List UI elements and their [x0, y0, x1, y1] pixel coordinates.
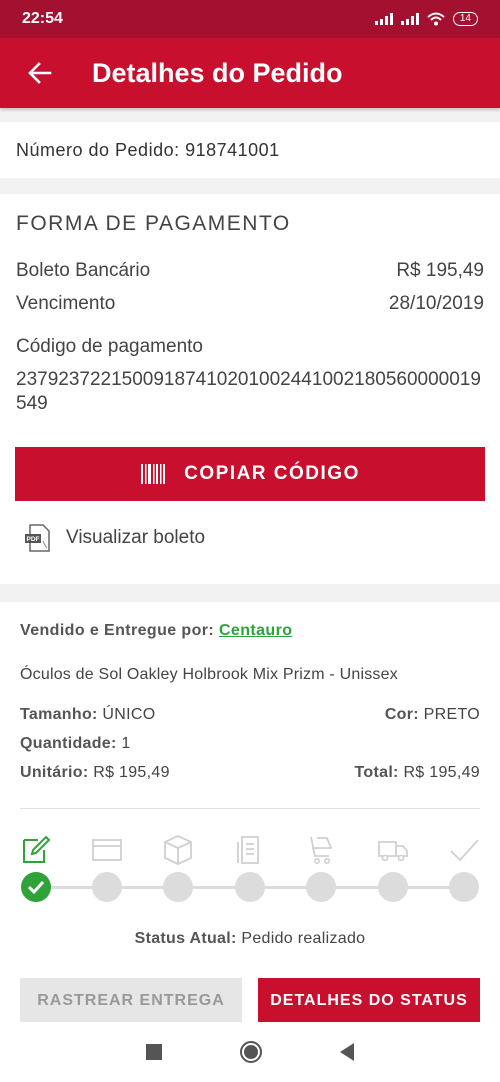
card-icon — [92, 839, 122, 861]
product-name: Óculos de Sol Oakley Holbrook Mix Prizm … — [20, 666, 398, 683]
order-placed-icon — [23, 835, 51, 863]
unit-price-value: R$ 195,49 — [93, 764, 170, 781]
size-label: Tamanho: — [20, 706, 98, 723]
current-status: Status Atual: Pedido realizado — [0, 930, 500, 948]
status-bar: 22:54 14 — [0, 0, 500, 38]
quantity-spec: Quantidade: 1 — [20, 735, 131, 753]
copy-code-button[interactable]: COPIAR CÓDIGO — [15, 447, 485, 501]
quantity-label: Quantidade: — [20, 735, 117, 752]
system-icons: 14 — [374, 12, 478, 26]
payment-amount: R$ 195,49 — [396, 260, 484, 281]
arrow-left-icon — [28, 62, 52, 84]
step-dot-5 — [306, 872, 336, 902]
total-price-spec: Total: R$ 195,49 — [355, 764, 480, 782]
seller-link[interactable]: Centauro — [219, 622, 292, 639]
step-dot-4 — [235, 872, 265, 902]
payment-method-row: Boleto Bancário R$ 195,49 — [16, 260, 484, 282]
step-dot-3 — [163, 872, 193, 902]
payment-card: FORMA DE PAGAMENTO Boleto Bancário R$ 19… — [0, 194, 500, 584]
check-icon — [27, 880, 45, 895]
unit-price-spec: Unitário: R$ 195,49 — [20, 764, 170, 782]
size-spec: Tamanho: ÚNICO — [20, 706, 155, 724]
app-bar: Detalhes do Pedido — [0, 38, 500, 108]
barcode-icon — [141, 464, 166, 484]
view-boleto-label: Visualizar boleto — [66, 527, 206, 548]
order-item-card: Vendido e Entregue por: Centauro Óculos … — [0, 602, 500, 1024]
quantity-value: 1 — [121, 735, 131, 752]
due-date-value: 28/10/2019 — [388, 293, 484, 314]
pdf-icon: PDF — [25, 524, 50, 552]
unit-price-label: Unitário: — [20, 764, 89, 781]
box-icon — [164, 835, 192, 865]
status-time: 22:54 — [22, 10, 63, 27]
color-spec: Cor: PRETO — [385, 706, 480, 724]
divider — [20, 808, 480, 809]
order-number: Número do Pedido: 918741001 — [16, 139, 280, 160]
status-details-button[interactable]: DETALHES DO STATUS — [258, 978, 480, 1024]
svg-text:PDF: PDF — [27, 536, 40, 543]
step-dot-6 — [378, 872, 408, 902]
seller-line: Vendido e Entregue por: Centauro — [20, 622, 292, 640]
size-value: ÚNICO — [102, 706, 156, 723]
payment-code-value: 2379237221500918741020100244100218056000… — [16, 369, 481, 414]
view-boleto-link[interactable]: PDF Visualizar boleto — [24, 524, 205, 552]
truck-icon — [378, 841, 408, 862]
recent-apps-button[interactable] — [146, 1044, 162, 1060]
signal-icon-2 — [400, 13, 419, 25]
home-button[interactable] — [240, 1041, 262, 1063]
color-label: Cor: — [384, 706, 419, 723]
signal-icon — [374, 13, 393, 25]
page-title: Detalhes do Pedido — [92, 57, 343, 88]
order-number-card: Número do Pedido: 918741001 — [0, 122, 500, 178]
navigation-bar — [0, 1022, 500, 1082]
color-value: PRETO — [423, 706, 480, 723]
current-status-value: Pedido realizado — [241, 930, 366, 947]
due-date-label: Vencimento — [16, 293, 116, 314]
back-nav-button[interactable] — [340, 1043, 354, 1061]
total-price-label: Total: — [354, 764, 399, 781]
due-date-row: Vencimento 28/10/2019 — [16, 293, 484, 315]
step-dot-2 — [92, 872, 122, 902]
check-icon — [450, 839, 479, 862]
track-delivery-button[interactable]: RASTREAR ENTREGA — [20, 978, 242, 1024]
invoice-icon — [237, 836, 259, 864]
copy-code-label: COPIAR CÓDIGO — [184, 463, 360, 484]
payment-method-label: Boleto Bancário — [16, 260, 151, 281]
step-dot-1 — [21, 872, 51, 902]
sold-by-label: Vendido e Entregue por: — [20, 622, 215, 639]
payment-section-title: FORMA DE PAGAMENTO — [16, 212, 291, 235]
wifi-icon — [427, 12, 445, 26]
payment-code-label: Código de pagamento — [16, 336, 203, 357]
current-status-label: Status Atual: — [134, 930, 237, 947]
step-dot-7 — [449, 872, 479, 902]
back-button[interactable] — [0, 38, 80, 108]
cart-icon — [310, 836, 333, 864]
total-price-value: R$ 195,49 — [403, 764, 480, 781]
battery-icon: 14 — [452, 12, 478, 26]
